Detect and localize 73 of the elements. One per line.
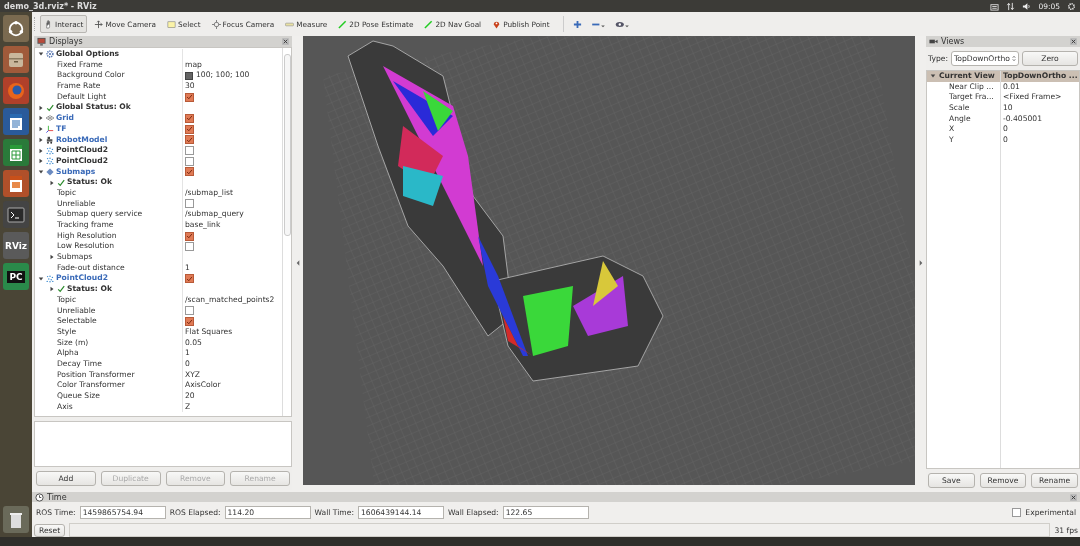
terminal-app-icon[interactable] xyxy=(3,201,29,228)
trash-icon[interactable] xyxy=(3,506,29,533)
checkbox[interactable] xyxy=(185,146,194,156)
speaker-icon[interactable] xyxy=(1022,1,1032,11)
dash-app-icon[interactable] xyxy=(3,15,29,42)
collapse-arrow-icon[interactable] xyxy=(930,73,936,80)
expand-arrow-icon[interactable] xyxy=(38,104,44,111)
monitor-icon xyxy=(37,37,46,46)
close-icon[interactable] xyxy=(1070,38,1077,45)
grid-icon xyxy=(46,114,54,123)
diamond-icon xyxy=(46,167,54,176)
checkbox[interactable] xyxy=(185,274,194,284)
plus-icon[interactable] xyxy=(572,19,582,29)
expand-arrow-icon[interactable] xyxy=(38,158,44,165)
expand-arrow-icon[interactable] xyxy=(38,136,44,143)
app-icon-label: PC xyxy=(7,270,25,283)
camera-icon xyxy=(929,37,938,46)
keyboard-icon[interactable] xyxy=(990,1,1000,11)
point-cloud-icon xyxy=(46,146,54,155)
eye-dropdown-icon[interactable] xyxy=(614,19,630,29)
selection-rectangle-icon xyxy=(167,19,176,29)
checkmark-icon xyxy=(57,178,65,187)
pycharm-app-icon[interactable]: PC xyxy=(3,263,29,290)
checkbox[interactable] xyxy=(1012,508,1022,517)
checkbox[interactable] xyxy=(185,231,194,241)
app-icon-label: RViz xyxy=(4,240,28,251)
expand-arrow-icon[interactable] xyxy=(49,254,55,261)
checkbox[interactable] xyxy=(185,242,194,252)
panel-title: Time xyxy=(47,492,67,502)
expand-arrow-icon[interactable] xyxy=(38,115,44,122)
checkbox[interactable] xyxy=(185,135,194,145)
collapse-arrow-icon[interactable] xyxy=(38,168,44,175)
network-arrows-icon[interactable] xyxy=(1006,1,1016,11)
expand-arrow-icon[interactable] xyxy=(38,126,44,133)
map-pin-icon xyxy=(492,19,502,29)
collapse-left-icon[interactable] xyxy=(295,260,300,266)
robot-icon xyxy=(46,135,54,144)
checkbox[interactable] xyxy=(185,124,194,134)
gear-icon[interactable] xyxy=(1067,1,1076,11)
move-arrows-icon xyxy=(94,19,104,29)
close-icon[interactable] xyxy=(282,38,289,45)
collapse-right-icon[interactable] xyxy=(918,260,923,266)
checkbox[interactable] xyxy=(185,199,194,209)
crosshair-icon xyxy=(211,19,221,29)
checkmark-icon xyxy=(57,285,65,294)
checkbox[interactable] xyxy=(185,317,194,327)
impress-app-icon[interactable] xyxy=(3,170,29,197)
checkmark-icon xyxy=(46,103,54,112)
expand-arrow-icon[interactable] xyxy=(49,286,55,293)
writer-app-icon[interactable] xyxy=(3,108,29,135)
checkbox[interactable] xyxy=(185,167,194,177)
expand-arrow-icon[interactable] xyxy=(49,179,55,186)
calc-app-icon[interactable] xyxy=(3,139,29,166)
window-title: demo_3d.rviz* - RViz xyxy=(4,1,97,11)
checkbox[interactable] xyxy=(185,113,194,123)
axes-icon xyxy=(46,125,54,134)
checkbox[interactable] xyxy=(185,306,194,316)
panel-title: Displays xyxy=(49,37,83,46)
collapse-arrow-icon[interactable] xyxy=(38,51,44,58)
scrollbar[interactable] xyxy=(282,48,291,417)
files-app-icon[interactable] xyxy=(3,46,29,73)
checkbox[interactable] xyxy=(185,156,194,166)
clock-icon xyxy=(35,492,44,502)
rviz-app-icon[interactable]: RViz xyxy=(3,232,29,259)
checkbox[interactable] xyxy=(185,92,194,102)
collapse-arrow-icon[interactable] xyxy=(38,275,44,282)
gear-icon xyxy=(46,50,54,59)
point-cloud-icon xyxy=(46,157,54,166)
close-icon[interactable] xyxy=(1070,493,1077,501)
panel-title: Views xyxy=(941,37,965,46)
point-cloud-icon xyxy=(46,274,54,283)
expand-arrow-icon[interactable] xyxy=(38,147,44,154)
color-swatch xyxy=(185,71,193,80)
